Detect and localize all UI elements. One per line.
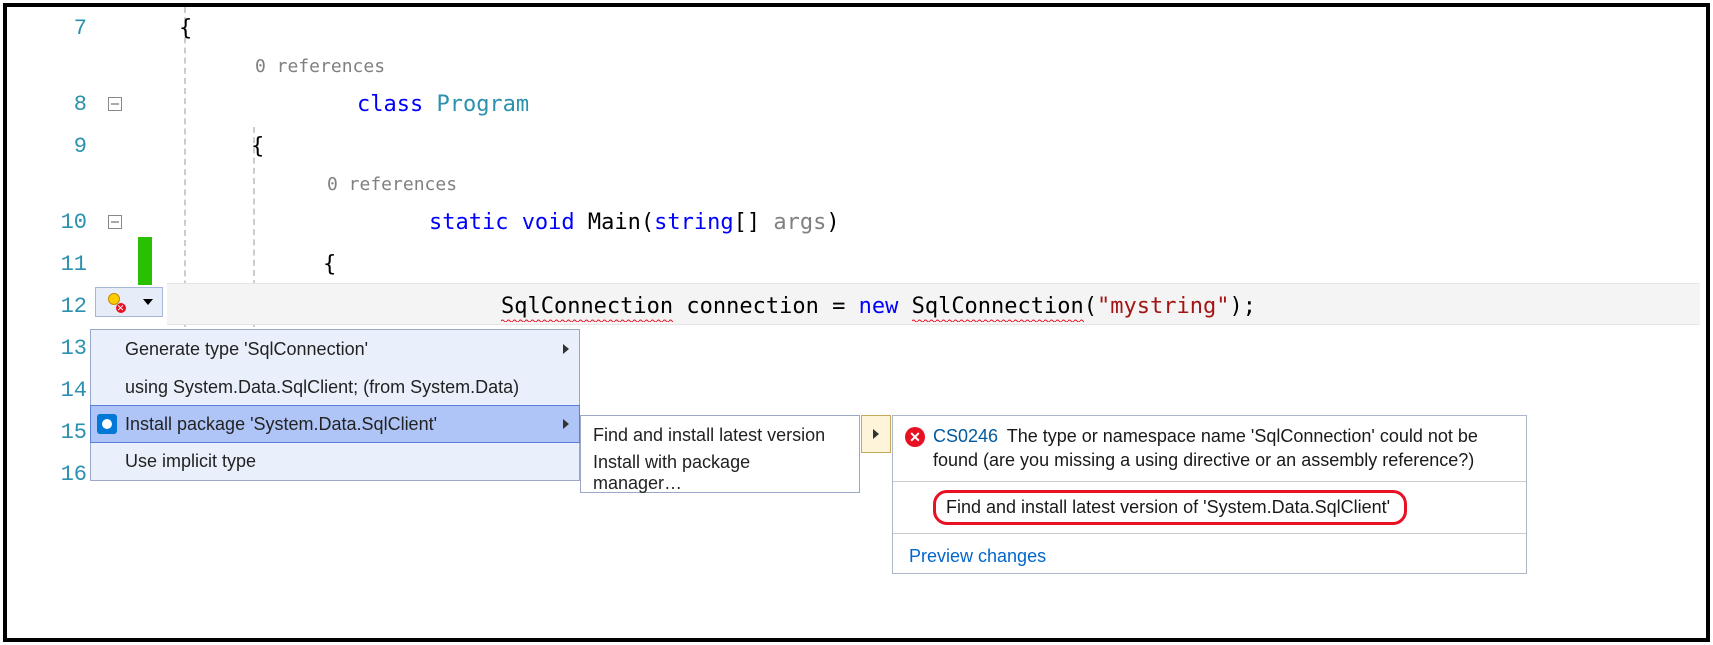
divider xyxy=(893,481,1526,482)
preview-changes-link[interactable]: Preview changes xyxy=(909,542,1514,567)
code-text: class Program xyxy=(163,67,529,142)
chevron-right-icon xyxy=(873,429,879,439)
lightbulb-error-icon: ✕ xyxy=(106,293,124,311)
submenu-item-package-manager[interactable]: Install with package manager… xyxy=(581,454,859,492)
menu-item-label: Use implicit type xyxy=(125,451,256,472)
code-text: { xyxy=(163,134,264,159)
menu-item-label: Find and install latest version xyxy=(593,425,825,446)
menu-item-label: using System.Data.SqlClient; (from Syste… xyxy=(125,377,519,398)
error-message: The type or namespace name 'SqlConnectio… xyxy=(933,426,1478,470)
menu-item-label: Generate type 'SqlConnection' xyxy=(125,339,368,360)
menu-item-add-using[interactable]: using System.Data.SqlClient; (from Syste… xyxy=(91,368,579,406)
submenu-arrow-icon xyxy=(563,344,569,354)
submenu-item-find-install-latest[interactable]: Find and install latest version xyxy=(581,416,859,454)
line-number: 13 xyxy=(7,336,95,361)
quick-actions-button[interactable]: ✕ xyxy=(95,287,163,317)
line-number: 16 xyxy=(7,462,95,487)
editor-frame: 7 { 0 references 8 class Program 9 { 0 xyxy=(3,3,1710,642)
code-text: { xyxy=(163,16,192,41)
line-number: 9 xyxy=(7,134,95,159)
chevron-down-icon xyxy=(143,299,153,305)
divider xyxy=(893,533,1526,534)
menu-item-install-package[interactable]: Install package 'System.Data.SqlClient' xyxy=(90,405,580,443)
code-text: static void Main(string[] args) xyxy=(163,185,840,260)
menu-item-label: Install with package manager… xyxy=(593,452,837,494)
line-number: 8 xyxy=(7,92,95,117)
menu-item-implicit-type[interactable]: Use implicit type xyxy=(91,442,579,480)
line-number: 11 xyxy=(7,252,95,277)
menu-item-label: Install package 'System.Data.SqlClient' xyxy=(125,414,437,435)
error-description: ✕ CS0246 The type or namespace name 'Sql… xyxy=(905,424,1514,473)
line-number: 15 xyxy=(7,420,95,445)
fold-toggle[interactable] xyxy=(95,97,135,111)
submenu-arrow-icon xyxy=(563,419,569,429)
code-line: 10 static void Main(string[] args) xyxy=(7,201,1706,243)
error-icon: ✕ xyxy=(905,427,925,447)
error-code: CS0246 xyxy=(933,426,998,446)
install-package-submenu: Find and install latest version Install … xyxy=(580,415,860,493)
line-number: 10 xyxy=(7,210,95,235)
submenu-expand-button[interactable] xyxy=(861,415,891,453)
line-number: 7 xyxy=(7,16,95,41)
nuget-icon xyxy=(97,414,117,434)
quickfix-preview-panel: ✕ CS0246 The type or namespace name 'Sql… xyxy=(892,415,1527,574)
quick-actions-menu: Generate type 'SqlConnection' using Syst… xyxy=(90,329,580,481)
code-line: 7 { xyxy=(7,7,1706,49)
primary-fix-action-highlighted: Find and install latest version of 'Syst… xyxy=(933,490,1407,525)
menu-item-generate-type[interactable]: Generate type 'SqlConnection' xyxy=(91,330,579,368)
line-number: 12 xyxy=(7,294,95,319)
line-number: 14 xyxy=(7,378,95,403)
code-line: 8 class Program xyxy=(7,83,1706,125)
code-line: 12 SqlConnection connection = new SqlCon… xyxy=(7,285,1706,327)
fold-toggle[interactable] xyxy=(95,215,135,229)
